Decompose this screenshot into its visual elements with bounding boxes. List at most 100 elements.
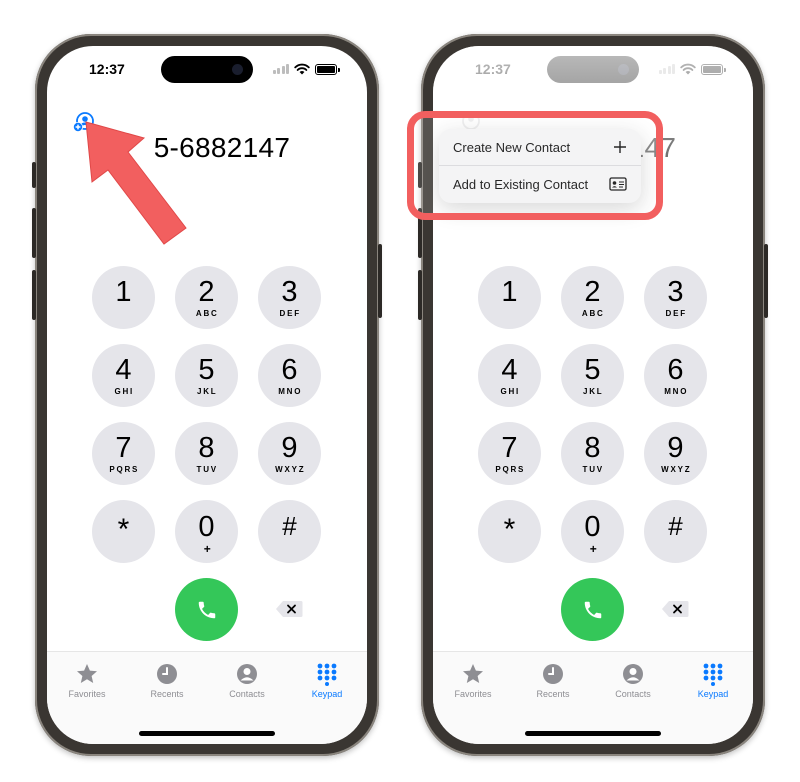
key-letters [289, 542, 291, 551]
tab-favorites[interactable]: Favorites [52, 662, 122, 699]
backspace-icon[interactable] [661, 600, 689, 618]
key-9[interactable]: 9 WXYZ [644, 422, 707, 485]
key-digit: 5 [198, 353, 215, 386]
key-digit: 6 [667, 353, 684, 386]
tab-label: Keypad [311, 689, 343, 699]
key-digit: 4 [115, 353, 132, 386]
key-7[interactable]: 7 PQRS [92, 422, 155, 485]
key-digit: 3 [667, 275, 684, 308]
key-digit: 8 [198, 431, 215, 464]
person-circle-icon [237, 664, 257, 684]
key-8[interactable]: 8 TUV [561, 422, 624, 485]
dynamic-island [161, 56, 253, 83]
key-digit: 1 [501, 275, 518, 308]
tab-label: Recents [536, 689, 570, 699]
key-digit: 0 [198, 510, 215, 543]
key-letters: PQRS [495, 464, 526, 474]
key-letters: JKL [196, 386, 218, 396]
keypad-grid-icon [703, 663, 723, 686]
backspace-icon[interactable] [275, 600, 303, 618]
key-3[interactable]: 3 DEF [258, 266, 321, 329]
key-1[interactable]: 1 [92, 266, 155, 329]
key-2[interactable]: 2 ABC [561, 266, 624, 329]
key-letters [509, 544, 511, 553]
key-letters: JKL [582, 386, 604, 396]
key-5[interactable]: 5 JKL [175, 344, 238, 407]
tab-recents[interactable]: Recents [518, 662, 588, 699]
key-letters: MNO [664, 386, 689, 396]
key-9[interactable]: 9 WXYZ [258, 422, 321, 485]
key-0[interactable]: 0 + [175, 500, 238, 563]
key-1[interactable]: 1 [478, 266, 541, 329]
key-0[interactable]: 0 + [561, 500, 624, 563]
key-letters: PQRS [109, 464, 140, 474]
key-star[interactable]: * [92, 500, 155, 563]
phone-icon [198, 601, 215, 618]
key-letters: ABC [581, 308, 605, 318]
call-button[interactable] [561, 578, 624, 641]
tab-label: Contacts [229, 689, 265, 699]
key-digit: # [668, 511, 683, 541]
annotation-highlight-box [407, 111, 663, 220]
key-letters [675, 542, 677, 551]
key-digit: # [282, 511, 297, 541]
star-icon [77, 664, 97, 683]
key-digit: 3 [281, 275, 298, 308]
keypad-grid-icon [317, 663, 337, 686]
key-digit: 6 [281, 353, 298, 386]
call-button[interactable] [175, 578, 238, 641]
key-digit: 7 [115, 431, 132, 464]
key-digit: 4 [501, 353, 518, 386]
key-letters: ABC [195, 308, 219, 318]
annotation-arrow [85, 121, 187, 245]
key-5[interactable]: 5 JKL [561, 344, 624, 407]
key-letters: + [203, 541, 211, 556]
key-letters: TUV [582, 464, 604, 474]
key-letters: DEF [279, 308, 301, 318]
key-7[interactable]: 7 PQRS [478, 422, 541, 485]
tab-keypad[interactable]: Keypad [292, 662, 362, 699]
key-letters: WXYZ [275, 464, 306, 474]
power-button [764, 244, 768, 318]
key-hash[interactable]: # [258, 500, 321, 563]
tab-label: Favorites [68, 689, 106, 699]
volume-up-button [32, 208, 36, 258]
status-time: 12:37 [89, 61, 125, 77]
key-digit: 8 [584, 431, 601, 464]
key-4[interactable]: 4 GHI [478, 344, 541, 407]
key-3[interactable]: 3 DEF [644, 266, 707, 329]
key-6[interactable]: 6 MNO [258, 344, 321, 407]
key-letters: GHI [114, 386, 135, 396]
key-letters: DEF [665, 308, 687, 318]
tab-keypad[interactable]: Keypad [678, 662, 748, 699]
key-4[interactable]: 4 GHI [92, 344, 155, 407]
key-letters: MNO [278, 386, 303, 396]
key-letters: WXYZ [661, 464, 692, 474]
key-6[interactable]: 6 MNO [644, 344, 707, 407]
tab-contacts[interactable]: Contacts [212, 662, 282, 699]
volume-down-button [418, 270, 422, 320]
tab-recents[interactable]: Recents [132, 662, 202, 699]
key-8[interactable]: 8 TUV [175, 422, 238, 485]
phone-icon [584, 601, 601, 618]
key-digit: 0 [584, 510, 601, 543]
key-letters: + [589, 541, 597, 556]
star-icon [463, 664, 483, 683]
signal-icon [272, 64, 289, 74]
key-2[interactable]: 2 ABC [175, 266, 238, 329]
tab-favorites[interactable]: Favorites [438, 662, 508, 699]
clock-icon [543, 664, 563, 684]
person-circle-icon [623, 664, 643, 684]
tab-label: Favorites [454, 689, 492, 699]
key-letters [123, 309, 125, 318]
key-digit: * [503, 513, 516, 546]
key-letters [123, 544, 125, 553]
wifi-icon [294, 63, 310, 75]
tab-contacts[interactable]: Contacts [598, 662, 668, 699]
clock-icon [157, 664, 177, 684]
key-digit: 5 [584, 353, 601, 386]
key-star[interactable]: * [478, 500, 541, 563]
key-hash[interactable]: # [644, 500, 707, 563]
key-digit: * [117, 513, 130, 546]
key-digit: 9 [667, 431, 684, 464]
